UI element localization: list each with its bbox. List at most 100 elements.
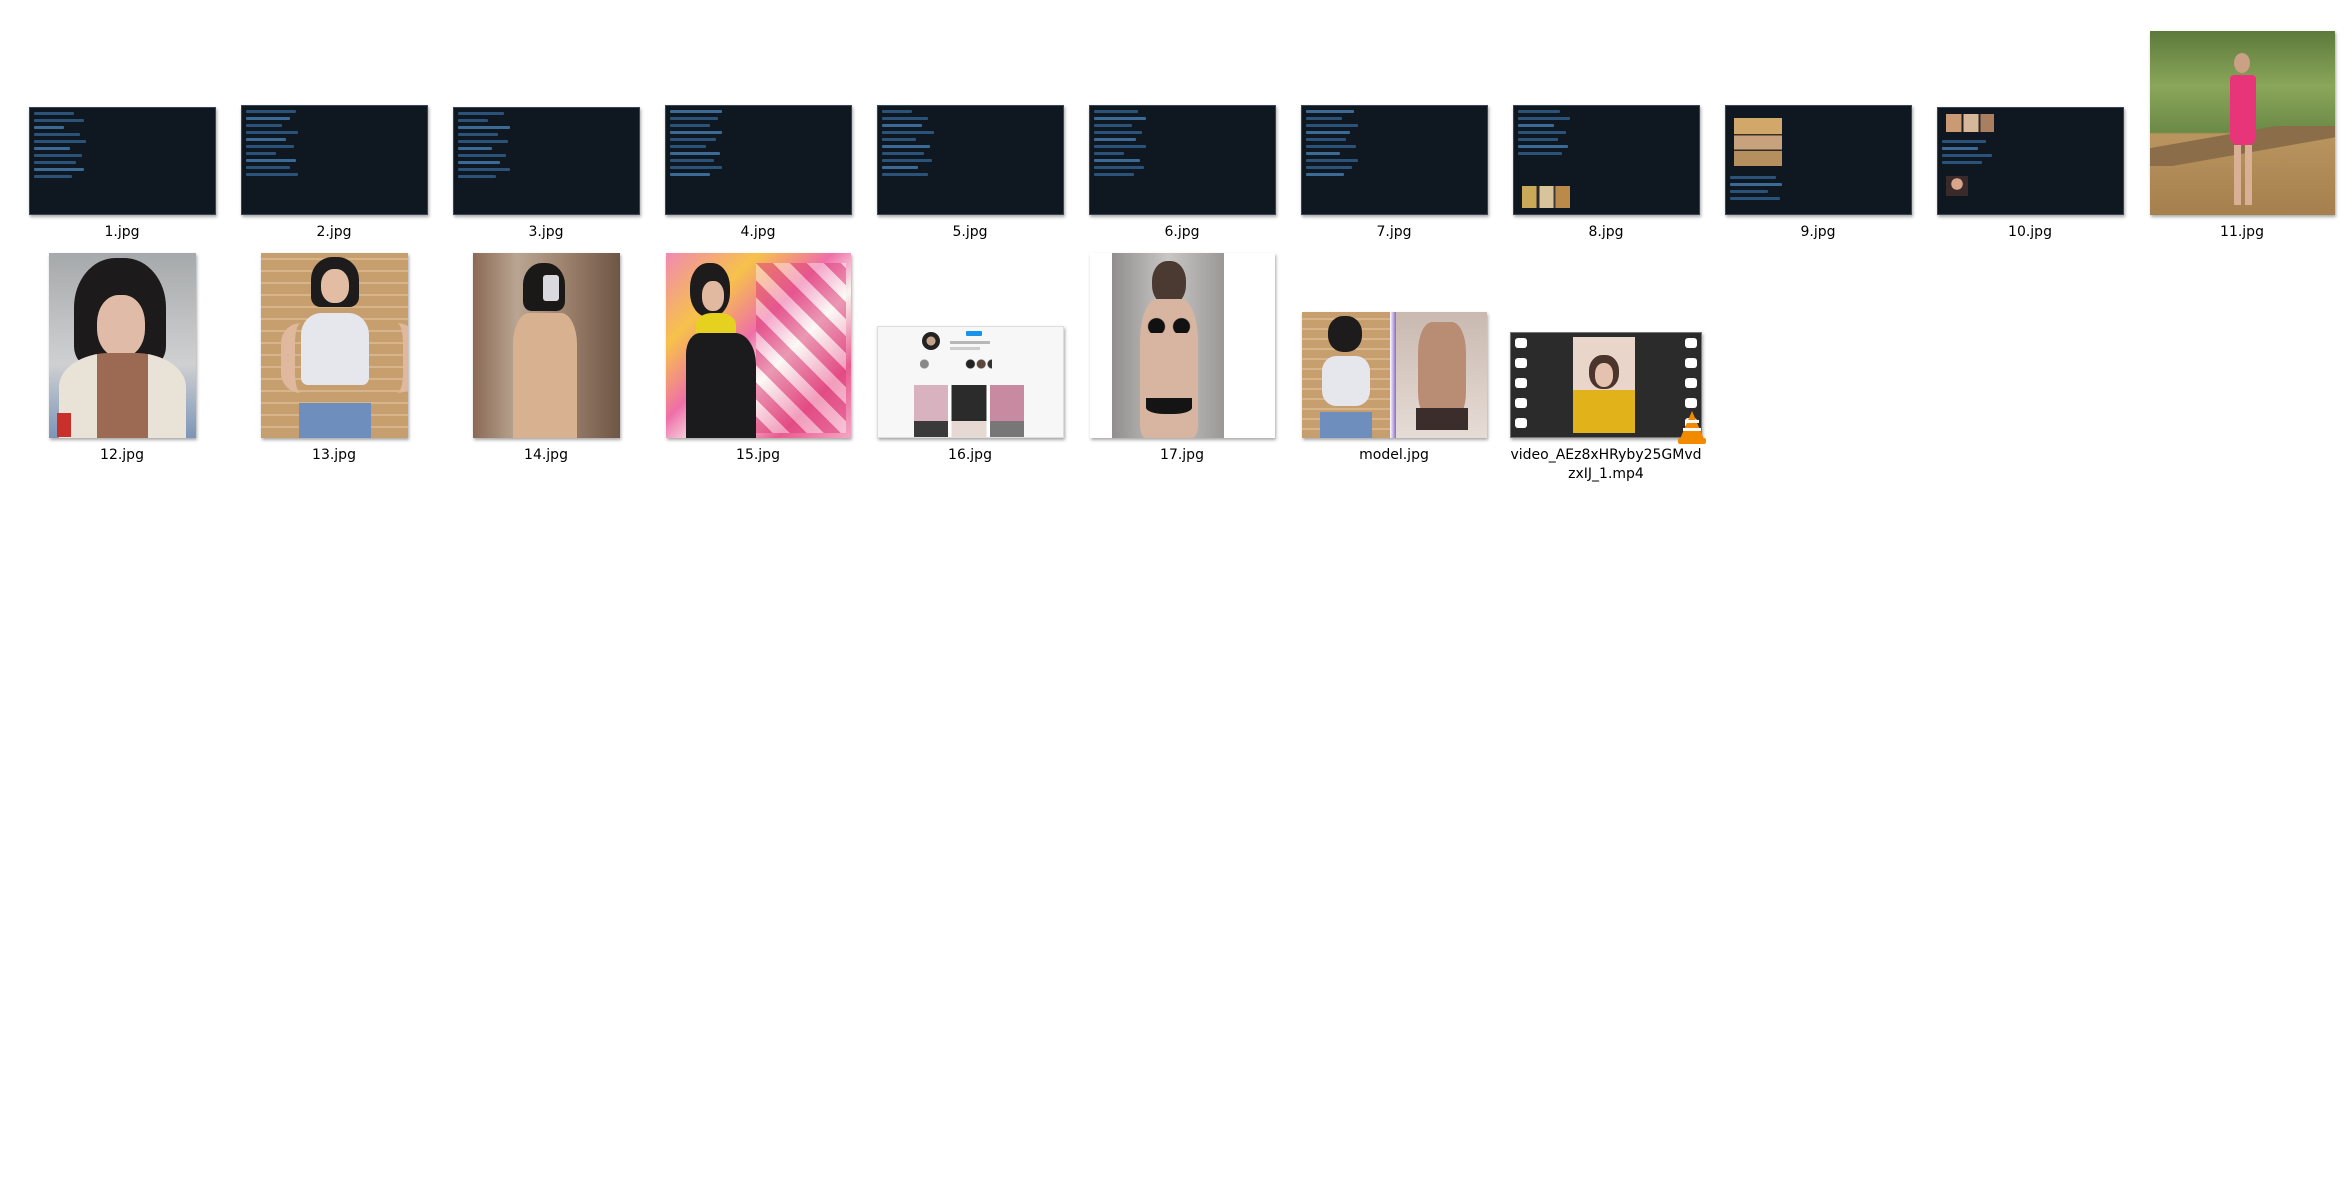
file-name: 16.jpg: [948, 447, 992, 463]
thumbnail-frame: [658, 238, 858, 438]
chat-column: [1941, 140, 1996, 210]
face: [701, 281, 724, 311]
thumbnail-frame: [1506, 238, 1706, 444]
follow-button: [965, 331, 982, 336]
file-item-6[interactable]: 6.jpg: [1082, 15, 1282, 245]
profile-text: [949, 347, 980, 350]
file-item-7[interactable]: 7.jpg: [1294, 15, 1494, 245]
file-item-14[interactable]: 14.jpg: [446, 238, 646, 468]
chat-column: [1729, 176, 1784, 210]
file-item-10[interactable]: 10.jpg: [1930, 15, 2130, 245]
chat-column: [33, 112, 88, 210]
thumbnail-frame: [234, 238, 434, 438]
bikini-bottom: [1145, 398, 1192, 414]
file-name: 15.jpg: [736, 447, 780, 463]
thumbnail-frame: [1082, 238, 1282, 438]
profile-text: [949, 341, 990, 344]
dark-bottoms: [1415, 408, 1468, 430]
file-thumbnail: [260, 253, 408, 438]
file-item-model[interactable]: model.jpg: [1294, 238, 1494, 468]
file-name: 10.jpg: [2008, 224, 2052, 240]
thumbnail-frame: [870, 238, 1070, 438]
file-name: model.jpg: [1359, 447, 1429, 463]
file-thumbnail: [1936, 107, 2124, 215]
file-name: 14.jpg: [524, 447, 568, 463]
jacket-collar: [58, 353, 186, 438]
film-perforation: [1685, 338, 1697, 348]
file-item-4[interactable]: 4.jpg: [658, 15, 858, 245]
jeans: [298, 403, 371, 438]
image-attachments: [1945, 114, 1994, 132]
phone: [542, 275, 559, 301]
file-item-15[interactable]: 15.jpg: [658, 238, 858, 468]
chat-column: [669, 110, 724, 210]
chat-column: [1093, 110, 1148, 210]
file-thumbnail: [2149, 31, 2335, 215]
file-thumbnail: [876, 105, 1064, 215]
file-thumbnail: [48, 253, 196, 438]
bikini-top: [1143, 317, 1194, 333]
thumbnail-frame: [1294, 238, 1494, 438]
file-thumbnail: [472, 253, 620, 438]
file-thumbnail: [1724, 105, 1912, 215]
chat-column: [457, 112, 512, 210]
file-thumbnail: [1510, 332, 1706, 444]
film-perforation: [1515, 378, 1527, 388]
file-thumbnail: [1089, 253, 1275, 438]
file-item-16[interactable]: 16.jpg: [870, 238, 1070, 468]
thumbnail-frame: [446, 15, 646, 215]
image-attachments: [1945, 176, 1968, 196]
file-thumbnail: [1301, 312, 1487, 438]
file-item-1[interactable]: 1.jpg: [22, 15, 222, 245]
post-grid-row: [913, 421, 1024, 437]
film-perforation: [1515, 398, 1527, 408]
file-item-8[interactable]: 8.jpg: [1506, 15, 1706, 245]
thumbnail-frame: [1718, 15, 1918, 215]
file-item-9[interactable]: 9.jpg: [1718, 15, 1918, 245]
file-item-13[interactable]: 13.jpg: [234, 238, 434, 468]
file-item-5[interactable]: 5.jpg: [870, 15, 1070, 245]
file-item-11[interactable]: 11.jpg: [2142, 15, 2342, 245]
film-perforation: [1685, 378, 1697, 388]
file-thumbnail: [452, 107, 640, 215]
film-perforation: [1515, 418, 1527, 428]
file-item-2[interactable]: 2.jpg: [234, 15, 434, 245]
thumbnail-frame: [234, 15, 434, 215]
file-item-12[interactable]: 12.jpg: [22, 238, 222, 468]
thumbnail-frame: [658, 15, 858, 215]
image-attachments: [1521, 186, 1570, 208]
file-name: 12.jpg: [100, 447, 144, 463]
thumbnail-frame: [1506, 15, 1706, 215]
pink-dress: [2229, 75, 2256, 145]
film-perforation: [1685, 398, 1697, 408]
thumbnail-frame: [1082, 15, 1282, 215]
file-thumbnail: [1512, 105, 1700, 215]
file-name: 11.jpg: [2220, 224, 2264, 240]
graffiti-lettering: [755, 263, 846, 433]
face: [96, 295, 145, 357]
file-item-3[interactable]: 3.jpg: [446, 15, 646, 245]
thumbnail-frame: [870, 15, 1070, 215]
story-highlights: [919, 359, 992, 369]
file-name: 9.jpg: [1800, 224, 1836, 240]
file-item-video[interactable]: video_AEz8xHRyby25GMvdzxIJ_1.mp4: [1506, 238, 1706, 482]
profile-avatar: [921, 332, 940, 350]
file-thumbnail: [28, 107, 216, 215]
file-thumbnail: [665, 253, 851, 438]
thumbnail-frame: [22, 238, 222, 438]
film-perforation: [1515, 338, 1527, 348]
figure-head: [2233, 53, 2250, 73]
face: [320, 269, 349, 303]
file-thumbnail: [1088, 105, 1276, 215]
jeans: [1319, 412, 1372, 438]
hair: [1327, 316, 1362, 352]
red-cup: [56, 413, 71, 437]
face: [1595, 363, 1613, 387]
film-perforation: [1515, 358, 1527, 368]
thumbnail-frame: [1294, 15, 1494, 215]
arms: [280, 323, 408, 393]
beige-dress: [512, 313, 577, 438]
file-thumbnail: [1300, 105, 1488, 215]
file-item-17[interactable]: 17.jpg: [1082, 238, 1282, 468]
film-perforation: [1685, 358, 1697, 368]
